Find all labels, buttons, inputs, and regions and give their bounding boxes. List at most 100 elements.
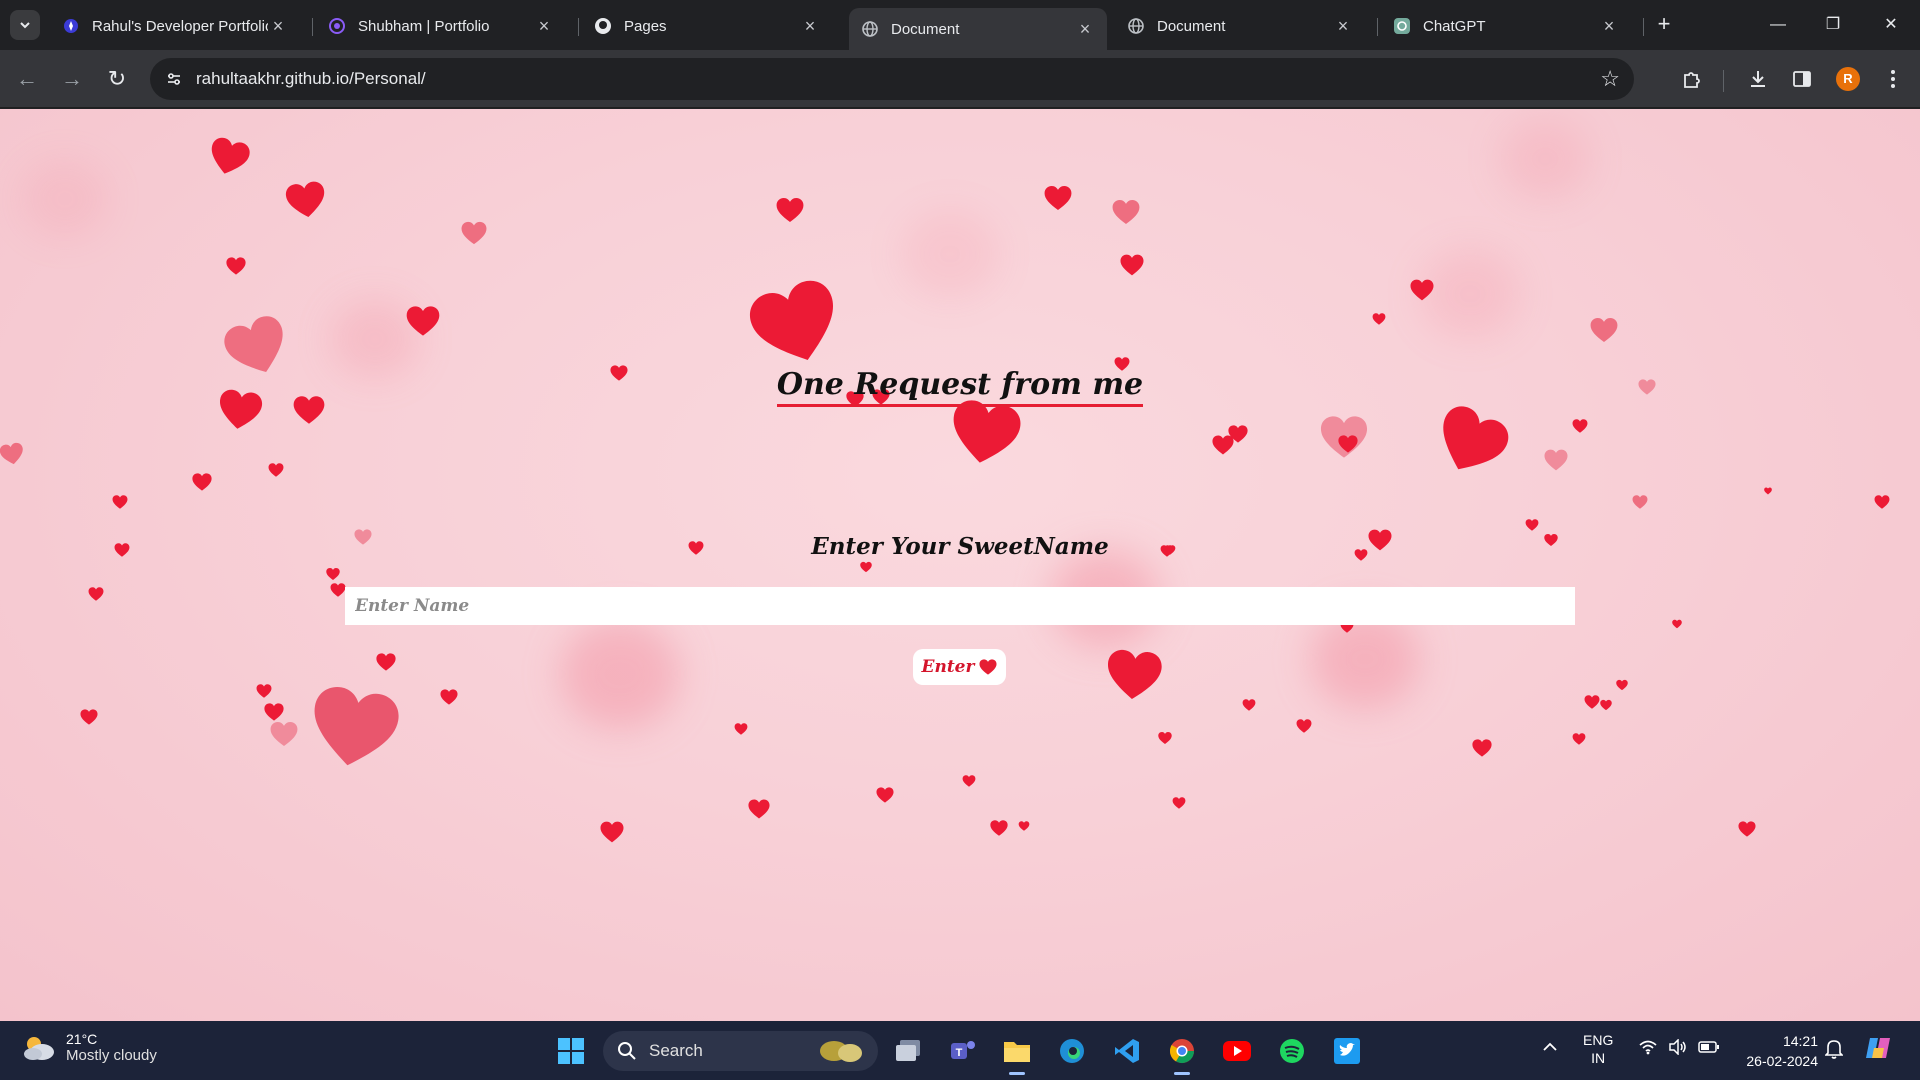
sweetname-input[interactable] [345,587,1575,625]
heart-decoration [1044,185,1072,211]
close-tab-icon[interactable]: × [1599,16,1619,36]
search-highlight-icon [820,1041,862,1062]
blurred-heart-decoration [20,159,110,239]
tab-title: Pages [624,17,667,35]
weather-description: Mostly cloudy [66,1047,157,1064]
youtube-app[interactable] [1219,1033,1255,1069]
web-page [0,109,1920,1021]
page-title: One Request from me [0,367,1920,407]
globe-icon [861,20,879,38]
tab-divider [312,18,313,36]
site-info-icon[interactable] [162,67,186,91]
address-bar[interactable]: rahultaakhr.github.io/Personal/ ☆ [150,58,1634,100]
tab-chatgpt[interactable]: ChatGPT × [1381,8,1631,44]
minimize-button[interactable]: — [1763,10,1793,40]
tab-title: Rahul's Developer Portfolio [92,17,268,35]
heart-decoration [860,561,872,573]
file-explorer-app[interactable] [999,1033,1035,1075]
page-title-text: One Request from me [776,367,1144,407]
close-tab-icon[interactable]: × [800,16,820,36]
show-hidden-icons-button[interactable] [1542,1039,1558,1055]
heart-decoration [1018,821,1030,831]
profile-avatar[interactable]: R [1836,67,1860,91]
bell-icon [1824,1040,1844,1059]
close-tab-icon[interactable]: × [1075,19,1095,39]
region-code: IN [1591,1050,1606,1066]
download-icon[interactable] [1743,64,1773,94]
restore-button[interactable]: ❐ [1818,10,1848,40]
chevron-up-icon [1543,1042,1557,1051]
close-window-button[interactable]: ✕ [1876,10,1906,40]
chrome-app[interactable] [1164,1033,1200,1075]
start-button[interactable] [553,1033,589,1069]
notifications-button[interactable] [1824,1039,1844,1062]
tab-document-active[interactable]: Document × [849,8,1107,50]
portfolio-favicon-icon [62,17,80,35]
teams-app[interactable]: T [945,1033,981,1069]
chrome-icon [1169,1039,1194,1064]
language-indicator[interactable]: ENG IN [1583,1031,1613,1067]
taskbar-search-box[interactable]: Search [603,1031,878,1071]
bookmark-star-icon[interactable]: ☆ [1600,66,1620,92]
volume-icon [1669,1039,1686,1055]
spotify-app[interactable] [1274,1033,1310,1069]
enter-button[interactable]: Enter [913,649,1006,685]
menu-kebab-icon[interactable] [1878,64,1908,94]
heart-decoration [1672,619,1682,629]
clock-time: 14:21 [1782,1033,1818,1049]
url-text: rahultaakhr.github.io/Personal/ [196,69,426,88]
heart-decoration [1600,699,1612,711]
heart-decoration [0,441,26,467]
heart-decoration [1372,313,1386,325]
heart-decoration [1616,679,1628,691]
heart-decoration [1158,731,1172,745]
weather-widget[interactable]: 21°C Mostly cloudy [22,1031,157,1064]
heart-decoration [256,684,272,698]
heart-decoration [192,473,212,491]
heart-decoration [80,709,98,725]
svg-text:T: T [956,1047,963,1059]
heart-decoration [1764,487,1772,495]
tab-search-button[interactable] [10,10,40,40]
heart-decoration [406,306,440,336]
heart-decoration [1172,797,1186,809]
close-tab-icon[interactable]: × [268,16,288,36]
twitter-app[interactable] [1329,1033,1365,1069]
heart-decoration [734,723,748,735]
search-label: Search [649,1041,703,1060]
back-button[interactable]: ← [12,64,42,94]
reload-button[interactable]: ↻ [102,64,132,94]
copilot-button[interactable] [1864,1034,1894,1065]
blurred-heart-decoration [560,619,680,729]
new-tab-button[interactable]: + [1652,12,1676,36]
tab-rahul-portfolio[interactable]: Rahul's Developer Portfolio × [50,8,300,44]
close-tab-icon[interactable]: × [1333,16,1353,36]
windows-logo-icon [558,1038,584,1064]
heart-decoration [748,799,770,819]
clock[interactable]: 14:21 26-02-2024 [1746,1031,1818,1071]
heart-decoration [226,257,246,275]
forward-button[interactable]: → [57,64,87,94]
extensions-icon[interactable] [1677,64,1707,94]
heart-decoration [461,221,487,245]
tab-document[interactable]: Document × [1115,8,1365,44]
toolbar-divider [1723,70,1724,92]
tab-title: Shubham | Portfolio [358,17,490,35]
heart-decoration [1296,719,1312,733]
globe-icon [1127,17,1145,35]
blurred-heart-decoration [1420,249,1520,339]
tab-github-pages[interactable]: Pages × [582,8,832,44]
youtube-icon [1223,1041,1251,1061]
task-view-button[interactable] [890,1033,926,1069]
windows-taskbar: 21°C Mostly cloudy Search T ENG IN 14:21… [0,1021,1920,1080]
close-tab-icon[interactable]: × [534,16,554,36]
vscode-app[interactable] [1109,1033,1145,1069]
blurred-heart-decoration [1500,119,1590,199]
edge-app[interactable] [1054,1033,1090,1069]
tab-shubham-portfolio[interactable]: Shubham | Portfolio × [316,8,566,44]
heart-decoration [1410,279,1434,301]
system-tray-status[interactable] [1638,1039,1720,1055]
side-panel-icon[interactable] [1787,64,1817,94]
heart-decoration [264,703,284,721]
heart-decoration [876,787,894,803]
